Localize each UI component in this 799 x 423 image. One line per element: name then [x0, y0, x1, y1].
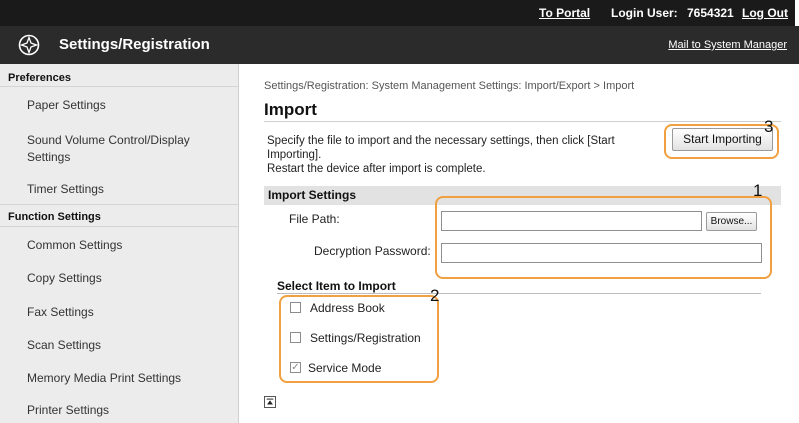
page-description: Specify the file to import and the neces… [267, 134, 652, 176]
select-item-heading: Select Item to Import [277, 279, 396, 293]
header: Settings/Registration Mail to System Man… [0, 26, 799, 64]
sidebar-item-copy-settings[interactable]: Copy Settings [27, 270, 232, 287]
login-user-id: 7654321 [687, 6, 734, 20]
callout-box-3 [664, 124, 779, 159]
sidebar-item-memory-media-print[interactable]: Memory Media Print Settings [27, 370, 232, 387]
divider [277, 293, 761, 294]
login-user-label: Login User: [611, 6, 678, 20]
sidebar-heading-function-settings: Function Settings [8, 211, 101, 223]
sidebar-item-paper-settings[interactable]: Paper Settings [27, 97, 232, 114]
file-path-label: File Path: [289, 212, 340, 226]
divider [0, 86, 239, 87]
callout-number-3: 3 [764, 117, 774, 136]
divider [264, 121, 781, 122]
description-line: Restart the device after import is compl… [267, 163, 486, 175]
settings-registration-icon [18, 34, 40, 56]
description-line: Specify the file to import and the neces… [267, 135, 615, 161]
mail-to-system-manager-link[interactable]: Mail to System Manager [668, 39, 787, 51]
top-bar: To Portal Login User: 7654321 Log Out [0, 0, 799, 26]
callout-number-1: 1 [753, 181, 763, 200]
breadcrumb: Settings/Registration: System Management… [264, 80, 635, 92]
to-portal-link[interactable]: To Portal [539, 6, 590, 20]
sidebar-item-printer-settings[interactable]: Printer Settings [27, 402, 232, 419]
sidebar-item-sound-volume-display[interactable]: Sound Volume Control/Display Settings [27, 132, 232, 166]
app-title: Settings/Registration [59, 36, 210, 53]
sidebar: Preferences Paper Settings Sound Volume … [0, 64, 239, 423]
sidebar-heading-preferences: Preferences [8, 72, 71, 84]
logout-link[interactable]: Log Out [742, 6, 788, 20]
window-edge [795, 0, 799, 26]
scroll-to-top-icon[interactable] [264, 396, 276, 408]
sidebar-item-scan-settings[interactable]: Scan Settings [27, 337, 232, 354]
page-title: Import [264, 100, 317, 119]
sidebar-item-timer-settings[interactable]: Timer Settings [27, 181, 232, 198]
decryption-password-label: Decryption Password: [314, 244, 431, 258]
callout-box-1 [435, 196, 772, 279]
sidebar-item-fax-settings[interactable]: Fax Settings [27, 304, 232, 321]
divider [0, 226, 239, 227]
callout-number-2: 2 [430, 286, 440, 305]
sidebar-item-common-settings[interactable]: Common Settings [27, 237, 232, 254]
callout-box-2 [279, 295, 439, 383]
divider [0, 204, 239, 205]
